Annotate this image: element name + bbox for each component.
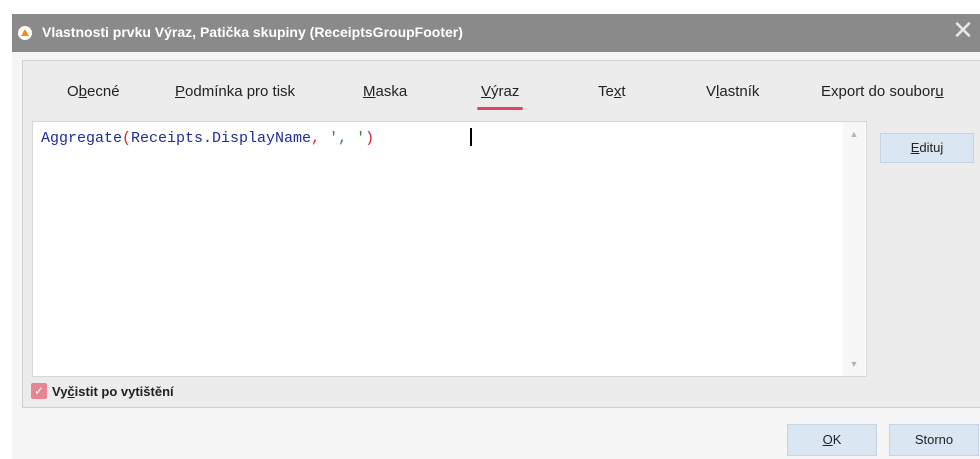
- cancel-button[interactable]: Storno: [889, 424, 979, 456]
- checkmark-icon[interactable]: ✓: [31, 383, 47, 399]
- tab-bar: Obecné Podmínka pro tisk Maska Výraz Tex…: [23, 61, 980, 121]
- scroll-up-icon[interactable]: ▲: [848, 128, 860, 140]
- text-caret: [470, 128, 472, 146]
- edit-button[interactable]: Edituj: [880, 133, 974, 163]
- code-comma: ,: [311, 130, 330, 147]
- code-close-paren: ): [365, 130, 375, 147]
- tab-obecne[interactable]: Obecné: [67, 83, 120, 100]
- clear-after-print-label: Vyčistit po vytištění: [52, 384, 174, 399]
- tab-podminka-pro-tisk[interactable]: Podmínka pro tisk: [175, 83, 295, 100]
- background-strip: [0, 0, 980, 14]
- app-icon: [18, 26, 32, 40]
- tabs-panel: Obecné Podmínka pro tisk Maska Výraz Tex…: [22, 60, 980, 408]
- tab-export-do-souboru[interactable]: Export do souboru: [821, 83, 944, 100]
- expression-editor[interactable]: Aggregate(Receipts.DisplayName, ', ') ▲ …: [32, 121, 867, 377]
- tab-vyraz[interactable]: Výraz: [476, 83, 524, 110]
- tab-maska[interactable]: Maska: [363, 83, 407, 100]
- dialog-body: Obecné Podmínka pro tisk Maska Výraz Tex…: [12, 52, 980, 459]
- scroll-down-icon[interactable]: ▼: [848, 358, 860, 370]
- tab-text[interactable]: Text: [598, 83, 626, 100]
- ok-button[interactable]: OK: [787, 424, 877, 456]
- title-bar[interactable]: Vlastnosti prvku Výraz, Patička skupiny …: [12, 14, 980, 52]
- window-title: Vlastnosti prvku Výraz, Patička skupiny …: [42, 24, 463, 40]
- code-open-paren: (: [122, 130, 132, 147]
- expression-code: Aggregate(Receipts.DisplayName, ', '): [41, 130, 374, 147]
- code-function: Aggregate: [41, 130, 123, 147]
- tab-vlastnik[interactable]: Vlastník: [706, 83, 759, 100]
- vertical-scrollbar[interactable]: ▲ ▼: [843, 122, 865, 376]
- code-argument: Receipts.DisplayName: [131, 130, 312, 147]
- code-string: ', ': [329, 130, 366, 147]
- close-icon[interactable]: ✕: [948, 16, 978, 46]
